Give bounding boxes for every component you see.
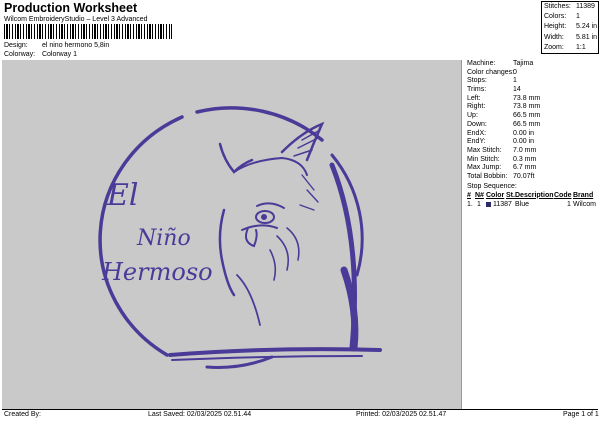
software-subtitle: Wilcom EmbroideryStudio – Level 3 Advanc… bbox=[4, 16, 148, 23]
footer-page: Page 1 of 1 bbox=[563, 411, 599, 418]
machine-info-panel: Machine: Tajima Color changes: 0 Stops: 1 T… bbox=[464, 60, 598, 209]
col-brand: Brand bbox=[573, 191, 594, 199]
artwork-line-1: El bbox=[106, 178, 139, 213]
stat-zoom: Zoom: 1:1 bbox=[544, 43, 586, 51]
info-row: Left: 73.8 mm bbox=[467, 94, 541, 102]
stat-stitches: Stitches: 11389 bbox=[544, 3, 595, 10]
info-row: Stops: 1 bbox=[467, 77, 517, 85]
footer-printed: Printed: 02/03/2025 02.51.47 bbox=[356, 411, 447, 418]
artwork-line-2: Niño bbox=[136, 226, 191, 251]
color-swatch bbox=[486, 201, 491, 207]
artwork-line-3: Hermoso bbox=[101, 258, 213, 286]
info-row: EndY: 0.00 in bbox=[467, 138, 535, 146]
row-desc: Blue bbox=[515, 200, 530, 208]
stat-height: Height: 5.24 in bbox=[544, 23, 598, 31]
info-row: Trims: 14 bbox=[467, 86, 521, 94]
stat-colors: Colors: 1 bbox=[544, 13, 580, 21]
info-row: Min Stitch: 0.3 mm bbox=[467, 155, 537, 163]
info-row: Right: 73.8 mm bbox=[467, 103, 541, 111]
col-st: St. bbox=[506, 191, 515, 199]
stop-sequence-table: # N# Color St. Description Code Brand 1.… bbox=[464, 191, 598, 209]
info-row: Max Jump: 6.7 mm bbox=[467, 164, 537, 172]
barcode bbox=[4, 24, 172, 39]
design-row: Design: el nino hermono 5,8in bbox=[4, 42, 109, 49]
stat-width: Width: 5.81 in bbox=[544, 33, 598, 41]
row-n: 1 bbox=[477, 200, 481, 208]
colorway-row: Colorway: Colorway 1 bbox=[4, 51, 77, 58]
info-row: Color changes: 0 bbox=[467, 68, 517, 76]
embroidery-artwork: El Niño Hermoso bbox=[98, 106, 382, 369]
info-row: Max Stitch: 7.0 mm bbox=[467, 146, 537, 154]
info-row: Total Bobbin: 70.07ft bbox=[467, 172, 535, 180]
row-brand: Wilcom bbox=[573, 200, 596, 208]
info-row: Down: 66.5 mm bbox=[467, 120, 541, 128]
col-description: Description bbox=[515, 191, 554, 199]
info-row: Up: 66.5 mm bbox=[467, 112, 541, 120]
colorway-value: Colorway 1 bbox=[41, 51, 77, 58]
stop-sequence-title: Stop Sequence: bbox=[467, 182, 517, 190]
design-value: el nino hermono 5,8in bbox=[41, 42, 110, 49]
footer-last-saved: Last Saved: 02/03/2025 02.51.44 bbox=[148, 411, 252, 418]
design-label: Design: bbox=[4, 42, 28, 49]
col-num: # bbox=[467, 191, 471, 199]
footer-divider bbox=[2, 409, 598, 410]
colorway-label: Colorway: bbox=[4, 51, 36, 58]
row-num: 1. bbox=[467, 200, 473, 208]
col-code: Code bbox=[554, 191, 572, 199]
col-color: Color bbox=[486, 191, 505, 199]
stats-box: Stitches: 11389 Colors: 1 Height: 5.24 in W… bbox=[541, 1, 599, 54]
col-n: N# bbox=[475, 191, 484, 199]
row-code: 1 bbox=[567, 200, 571, 208]
info-row: EndX: 0.00 in bbox=[467, 129, 535, 137]
info-row: Machine: Tajima bbox=[467, 60, 534, 67]
worksheet-title: Production Worksheet bbox=[4, 1, 138, 15]
row-color: 11387 bbox=[493, 200, 512, 208]
footer-created-by: Created By: bbox=[4, 411, 41, 418]
design-preview: El Niño Hermoso bbox=[2, 60, 462, 409]
